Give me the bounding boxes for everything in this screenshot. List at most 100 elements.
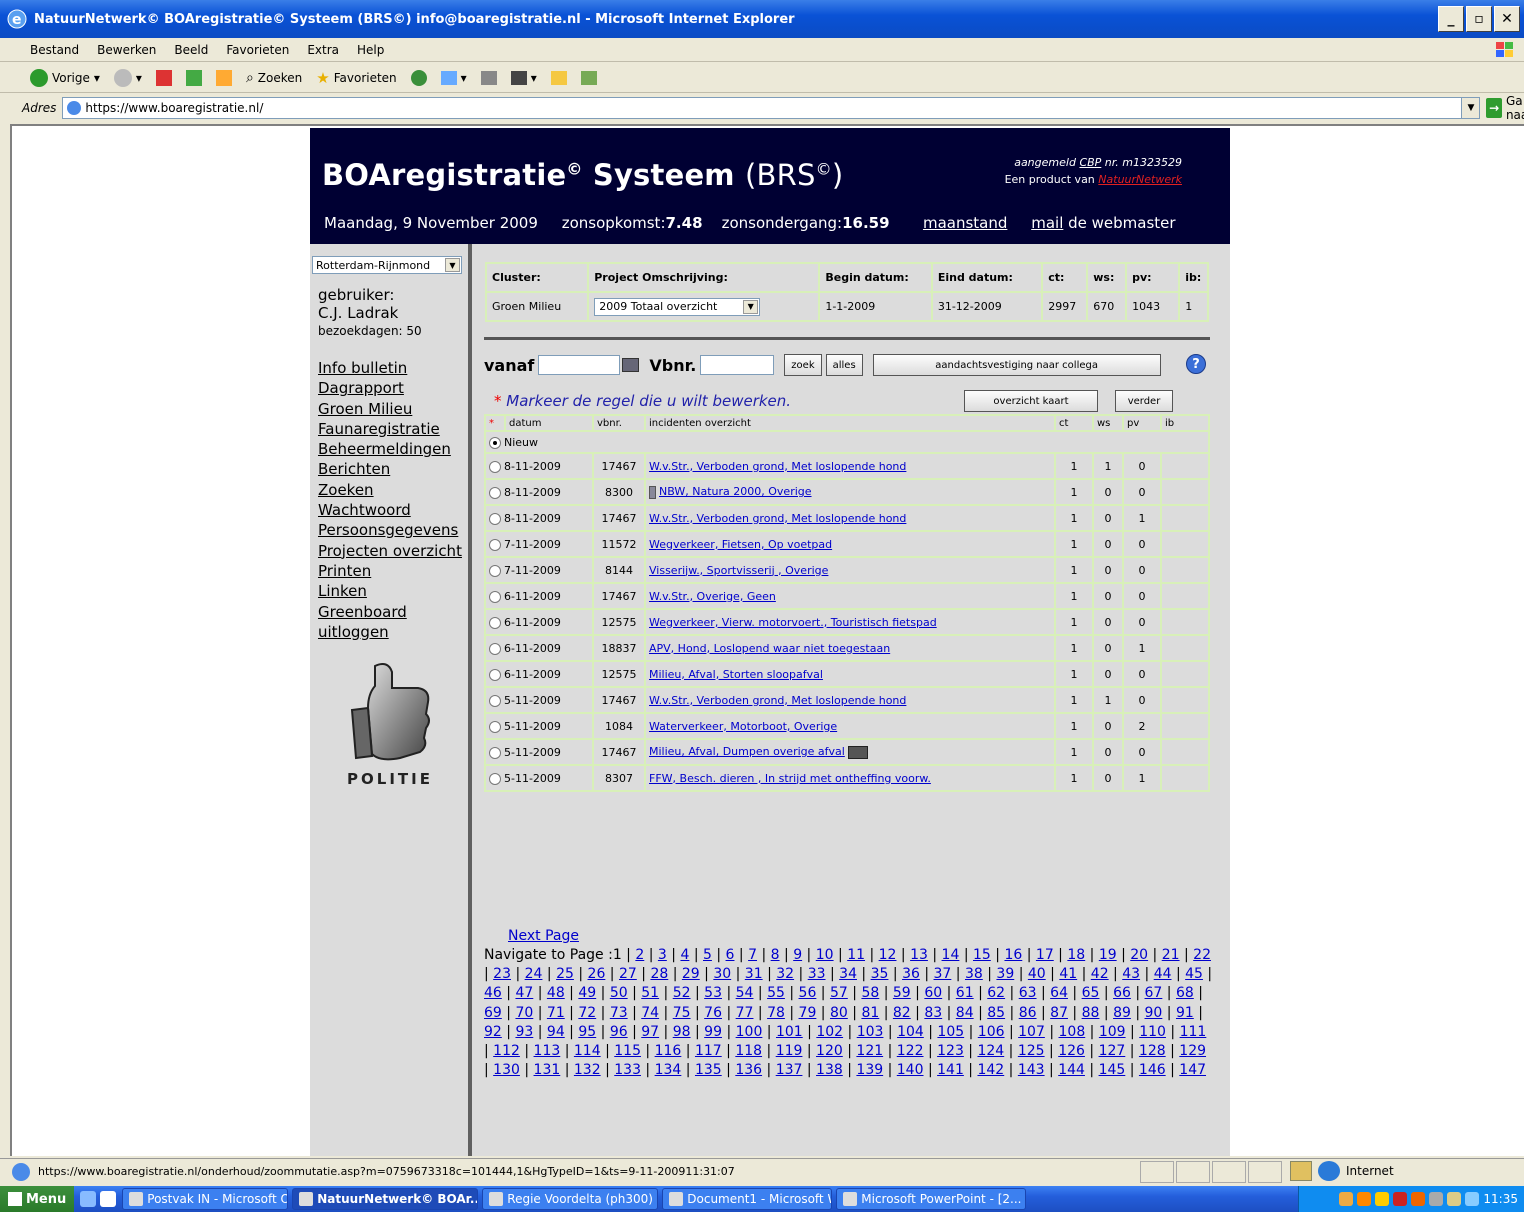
edit-button[interactable]: ▾ — [507, 70, 541, 85]
page-link[interactable]: 23 — [493, 966, 511, 982]
page-link[interactable]: 93 — [515, 1024, 533, 1040]
page-link[interactable]: 88 — [1082, 1005, 1100, 1021]
page-link[interactable]: 45 — [1185, 966, 1203, 982]
page-link[interactable]: 41 — [1059, 966, 1077, 982]
page-link[interactable]: 113 — [534, 1043, 561, 1059]
page-link[interactable]: 61 — [956, 985, 974, 1001]
page-link[interactable]: 80 — [830, 1005, 848, 1021]
page-link[interactable]: 35 — [871, 966, 889, 982]
taskbar-task[interactable]: Postvak IN - Microsoft Ou... — [122, 1188, 289, 1210]
page-link[interactable]: 90 — [1145, 1005, 1163, 1021]
page-link[interactable]: 15 — [973, 947, 991, 963]
page-link[interactable]: 69 — [484, 1005, 502, 1021]
page-link[interactable]: 98 — [673, 1024, 691, 1040]
page-link[interactable]: 131 — [534, 1062, 561, 1078]
page-link[interactable]: 38 — [965, 966, 983, 982]
page-link[interactable]: 101 — [776, 1024, 803, 1040]
next-page-link[interactable]: Next Page — [508, 928, 579, 944]
page-link[interactable]: 55 — [767, 985, 785, 1001]
page-link[interactable]: 89 — [1113, 1005, 1131, 1021]
page-link[interactable]: 12 — [879, 947, 897, 963]
page-link[interactable]: 82 — [893, 1005, 911, 1021]
forward-button[interactable]: ▾ — [110, 68, 146, 87]
page-link[interactable]: 92 — [484, 1024, 502, 1040]
page-link[interactable]: 67 — [1145, 985, 1163, 1001]
page-link[interactable]: 17 — [1036, 947, 1054, 963]
zoek-button[interactable]: zoek — [784, 354, 822, 376]
row-radio[interactable] — [489, 590, 501, 603]
incident-link[interactable]: Visserijw., Sportvisserij , Overige — [649, 564, 828, 577]
page-link[interactable]: 147 — [1179, 1062, 1206, 1078]
row-radio[interactable] — [489, 720, 501, 733]
incident-row[interactable]: 6-11-2009 12575 Wegverkeer, Vierw. motorvo… — [484, 608, 1210, 636]
page-link[interactable]: 70 — [515, 1005, 533, 1021]
close-button[interactable]: ✕ — [1494, 6, 1520, 32]
moon-link[interactable]: maanstand — [923, 214, 1007, 232]
page-link[interactable]: 128 — [1139, 1043, 1166, 1059]
cbp-link[interactable]: CBP — [1079, 156, 1101, 169]
page-link[interactable]: 94 — [547, 1024, 565, 1040]
sidebar-item-zoeken[interactable]: Zoeken — [318, 480, 462, 500]
calendar-icon[interactable] — [622, 358, 640, 372]
page-link[interactable]: 135 — [695, 1062, 722, 1078]
page-link[interactable]: 29 — [682, 966, 700, 982]
page-link[interactable]: 108 — [1059, 1024, 1086, 1040]
page-link[interactable]: 100 — [736, 1024, 763, 1040]
row-radio[interactable] — [489, 486, 501, 499]
overview-map-button[interactable]: overzicht kaart — [964, 390, 1098, 412]
clock-tray-icon[interactable] — [1411, 1192, 1426, 1206]
incident-row[interactable]: 7-11-2009 8144 Visserijw., Sportvisserij ,… — [484, 556, 1210, 584]
page-link[interactable]: 86 — [1019, 1005, 1037, 1021]
new-incident-row[interactable]: Nieuw — [484, 430, 1210, 454]
page-link[interactable]: 134 — [655, 1062, 682, 1078]
page-link[interactable]: 117 — [695, 1043, 722, 1059]
page-link[interactable]: 33 — [808, 966, 826, 982]
lock-tray-icon[interactable] — [1447, 1192, 1462, 1206]
ie-quicklaunch-icon[interactable] — [100, 1191, 117, 1207]
page-link[interactable]: 95 — [578, 1024, 596, 1040]
page-link[interactable]: 102 — [816, 1024, 843, 1040]
page-link[interactable]: 83 — [924, 1005, 942, 1021]
page-link[interactable]: 73 — [610, 1005, 628, 1021]
page-link[interactable]: 76 — [704, 1005, 722, 1021]
page-link[interactable]: 71 — [547, 1005, 565, 1021]
page-link[interactable]: 99 — [704, 1024, 722, 1040]
address-dropdown[interactable]: ▼ — [1461, 98, 1480, 118]
page-link[interactable]: 19 — [1099, 947, 1117, 963]
camera-icon[interactable] — [848, 745, 869, 759]
page-link[interactable]: 103 — [857, 1024, 884, 1040]
maximize-button[interactable]: ▫ — [1466, 6, 1492, 32]
page-link[interactable]: 39 — [996, 966, 1014, 982]
taskbar-task[interactable]: Microsoft PowerPoint - [2... — [836, 1188, 1027, 1210]
go-button[interactable]: →Ga naar — [1486, 94, 1524, 122]
page-link[interactable]: 79 — [799, 1005, 817, 1021]
page-link[interactable]: 122 — [897, 1043, 924, 1059]
start-button[interactable]: Menu — [0, 1186, 75, 1212]
page-link[interactable]: 65 — [1082, 985, 1100, 1001]
page-link[interactable]: 81 — [861, 1005, 879, 1021]
page-link[interactable]: 119 — [776, 1043, 803, 1059]
incident-link[interactable]: W.v.Str., Verboden grond, Met loslopende… — [649, 460, 906, 473]
page-link[interactable]: 144 — [1058, 1062, 1085, 1078]
incident-link[interactable]: W.v.Str., Overige, Geen — [649, 590, 776, 603]
sidebar-item-persoonsgegevens[interactable]: Persoonsgegevens — [318, 520, 462, 540]
device-tray-icon[interactable] — [1429, 1192, 1444, 1206]
incident-link[interactable]: W.v.Str., Verboden grond, Met loslopende… — [649, 694, 906, 707]
page-link[interactable]: 126 — [1058, 1043, 1085, 1059]
page-link[interactable]: 46 — [484, 985, 502, 1001]
page-link[interactable]: 72 — [578, 1005, 596, 1021]
page-link[interactable]: 11 — [847, 947, 865, 963]
page-link[interactable]: 85 — [987, 1005, 1005, 1021]
minimize-button[interactable]: _ — [1438, 6, 1464, 32]
page-link[interactable]: 43 — [1122, 966, 1140, 982]
sidebar-item-beheermeldingen[interactable]: Beheermeldingen — [318, 439, 462, 459]
incident-row[interactable]: 8-11-2009 8300 NBW, Natura 2000, Overige 1 0… — [484, 478, 1210, 506]
page-link[interactable]: 109 — [1099, 1024, 1126, 1040]
page-link[interactable]: 26 — [588, 966, 606, 982]
vbnr-input[interactable] — [700, 355, 775, 375]
page-link[interactable]: 114 — [574, 1043, 601, 1059]
page-link[interactable]: 60 — [924, 985, 942, 1001]
mail-button[interactable]: ▾ — [437, 70, 471, 85]
back-button[interactable]: Vorige ▾ — [26, 68, 104, 87]
taskbar-task[interactable]: Document1 - Microsoft W... — [662, 1188, 833, 1210]
